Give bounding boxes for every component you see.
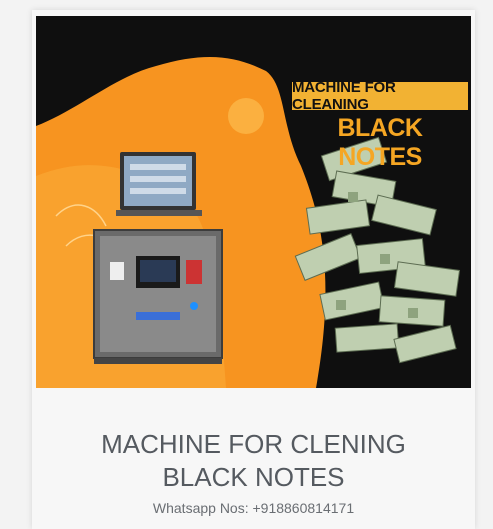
- banner-headline-bottom: BLACK NOTES: [337, 114, 424, 171]
- product-title-line1[interactable]: MACHINE FOR CLENING: [32, 428, 475, 461]
- contact-text: Whatsapp Nos: +918860814171: [152, 500, 355, 516]
- product-image[interactable]: MACHINE FOR CLEANING BLACK NOTES: [36, 16, 471, 388]
- product-title-line2[interactable]: BLACK NOTES: [32, 461, 475, 494]
- product-card[interactable]: MACHINE FOR CLEANING BLACK NOTES MACHINE…: [32, 10, 475, 529]
- banner-headline-top: MACHINE FOR CLEANING: [292, 79, 468, 113]
- product-caption: MACHINE FOR CLENING BLACK NOTES Whatsapp…: [32, 428, 475, 516]
- banner-artwork: [36, 57, 461, 388]
